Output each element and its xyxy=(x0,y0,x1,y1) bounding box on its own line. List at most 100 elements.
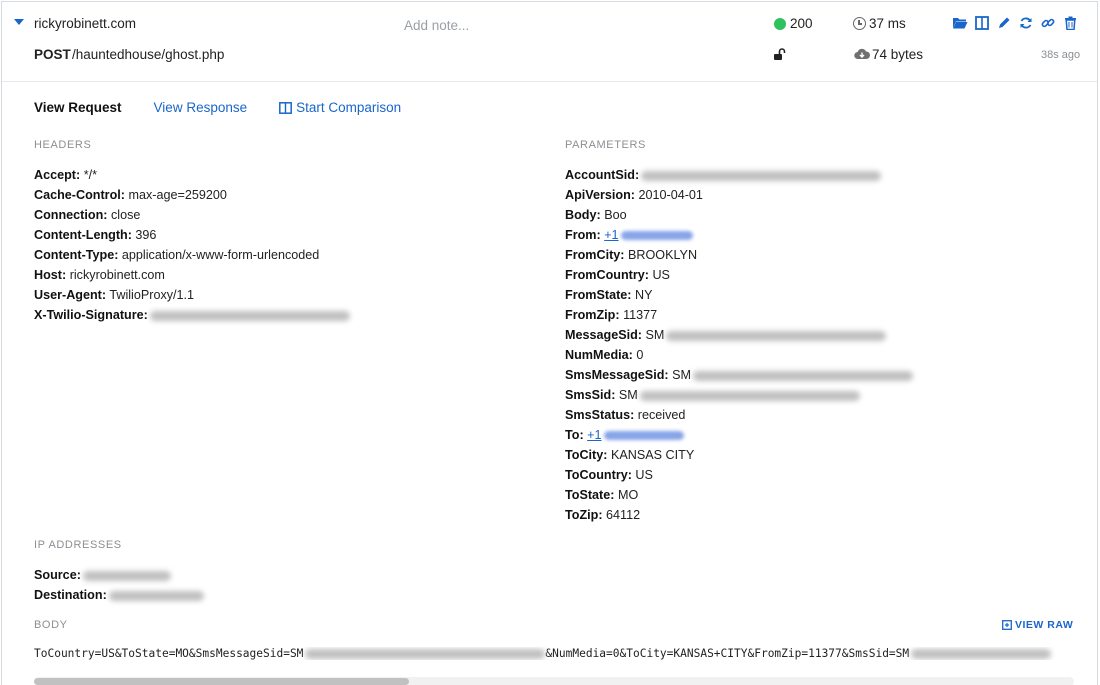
collapse-caret-icon[interactable] xyxy=(14,19,24,25)
tab-view-request[interactable]: View Request xyxy=(34,100,122,115)
header-row: Content-Length: 396 xyxy=(34,225,156,245)
start-comparison-button[interactable]: Start Comparison xyxy=(279,100,401,115)
expand-icon xyxy=(1002,620,1012,630)
parameter-value: 0 xyxy=(636,348,644,362)
tab-view-response[interactable]: View Response xyxy=(154,100,248,115)
parameter-value: 64112 xyxy=(606,508,641,522)
redacted-value xyxy=(620,231,693,241)
header-row: Connection: close xyxy=(34,205,140,225)
header-row: User-Agent: TwilioProxy/1.1 xyxy=(34,285,194,305)
response-time: 37 ms xyxy=(869,16,906,31)
parameter-row: ApiVersion: 2010-04-01 xyxy=(565,185,703,205)
parameter-row: SmsStatus: received xyxy=(565,405,685,425)
parameter-row: ToCity: KANSAS CITY xyxy=(565,445,694,465)
header-row: X-Twilio-Signature: xyxy=(34,305,350,325)
header-value: application/x-www-form-urlencoded xyxy=(121,248,320,262)
parameter-key: From: xyxy=(565,228,601,242)
unlocked-icon xyxy=(773,48,786,63)
parameter-key: Body: xyxy=(565,208,601,222)
status-ok-icon xyxy=(774,18,786,30)
redacted-value xyxy=(603,431,684,441)
trash-icon[interactable] xyxy=(1062,15,1078,31)
parameter-value: MO xyxy=(617,488,639,502)
parameter-row: MessageSid: SM xyxy=(565,325,887,345)
parameter-row: NumMedia: 0 xyxy=(565,345,643,365)
request-host: rickyrobinett.com xyxy=(34,16,137,31)
parameters-section-label: PARAMETERS xyxy=(565,139,646,151)
clock-icon xyxy=(853,17,866,30)
headers-section-label: HEADERS xyxy=(34,139,92,151)
redacted-value xyxy=(692,370,913,381)
parameter-row: ToZip: 64112 xyxy=(565,505,640,525)
redacted-value xyxy=(911,649,1052,659)
parameter-row: FromState: NY xyxy=(565,285,652,305)
parameter-row: ToState: MO xyxy=(565,485,638,505)
start-comparison-label: Start Comparison xyxy=(296,100,402,115)
refresh-icon[interactable] xyxy=(1018,15,1034,31)
header-key: Connection: xyxy=(34,208,108,222)
parameter-key: NumMedia: xyxy=(565,348,633,362)
header-key: Cache-Control: xyxy=(34,188,125,202)
parameter-row: FromCity: BROOKLYN xyxy=(565,245,697,265)
parameter-row: ToCountry: US xyxy=(565,465,653,485)
parameter-value: SM xyxy=(618,388,638,402)
body-text-part: &NumMedia=0&ToCity=KANSAS+CITY&FromZip=1… xyxy=(545,647,910,660)
folder-open-icon[interactable] xyxy=(952,15,968,31)
request-toolbar xyxy=(952,15,1078,31)
header-key: X-Twilio-Signature: xyxy=(34,308,148,322)
parameter-row: FromZip: 11377 xyxy=(565,305,657,325)
parameter-row: From: +1 xyxy=(565,225,693,245)
ip-row: Source: xyxy=(34,565,171,585)
parameter-row: SmsMessageSid: SM xyxy=(565,365,913,385)
header-value: max-age=259200 xyxy=(128,188,227,202)
split-view-icon[interactable] xyxy=(974,15,990,31)
header-value: */* xyxy=(83,168,97,182)
parameter-key: FromCountry: xyxy=(565,268,649,282)
header-value: 396 xyxy=(135,228,157,242)
redacted-value xyxy=(82,570,171,581)
link-icon[interactable] xyxy=(1040,15,1056,31)
redacted-value xyxy=(641,170,882,181)
parameter-key: FromZip: xyxy=(565,308,620,322)
parameter-value: SM xyxy=(672,368,691,382)
parameter-value: 11377 xyxy=(623,308,658,322)
parameter-row: AccountSid: xyxy=(565,165,882,185)
parameter-key: ToZip: xyxy=(565,508,603,522)
detail-tabs: View Request View Response Start Compari… xyxy=(34,100,433,115)
compare-columns-icon xyxy=(279,101,293,114)
add-note-field[interactable]: Add note... xyxy=(404,18,469,33)
parameter-value: NY xyxy=(634,288,653,302)
header-key: Accept: xyxy=(34,168,81,182)
scrollbar-thumb[interactable] xyxy=(34,678,409,685)
redacted-value xyxy=(305,649,546,659)
view-raw-label: VIEW RAW xyxy=(1015,619,1074,631)
ip-row: Destination: xyxy=(34,585,204,605)
header-key: Content-Type: xyxy=(34,248,119,262)
parameter-value: SM xyxy=(645,328,665,342)
header-row: Cache-Control: max-age=259200 xyxy=(34,185,227,205)
from-phone-link[interactable]: +1 xyxy=(604,228,618,242)
view-raw-button[interactable]: VIEW RAW xyxy=(1002,619,1073,631)
horizontal-scrollbar[interactable] xyxy=(34,677,1074,685)
header-key: User-Agent: xyxy=(34,288,107,302)
header-key: Content-Length: xyxy=(34,228,132,242)
parameter-value: US xyxy=(635,468,653,482)
parameter-key: FromState: xyxy=(565,288,632,302)
header-value: close xyxy=(110,208,141,222)
parameter-key: SmsMessageSid: xyxy=(565,368,669,382)
to-phone-link[interactable]: +1 xyxy=(587,428,601,442)
edit-pencil-icon[interactable] xyxy=(996,15,1012,31)
parameter-key: To: xyxy=(565,428,584,442)
ip-addresses-section-label: IP ADDRESSES xyxy=(34,539,122,551)
parameter-value: KANSAS CITY xyxy=(610,448,695,462)
parameter-key: FromCity: xyxy=(565,248,625,262)
parameter-key: ToCity: xyxy=(565,448,608,462)
parameter-value: Boo xyxy=(604,208,627,222)
body-section-label: BODY xyxy=(34,619,68,631)
status-code: 200 xyxy=(790,16,813,31)
header-value: TwilioProxy/1.1 xyxy=(109,288,195,302)
request-age: 38s ago xyxy=(1041,49,1081,61)
request-summary[interactable]: rickyrobinett.com Add note... 200 37 ms xyxy=(2,2,1097,82)
request-path: /hauntedhouse/ghost.php xyxy=(72,47,225,62)
parameter-value: 2010-04-01 xyxy=(638,188,703,202)
